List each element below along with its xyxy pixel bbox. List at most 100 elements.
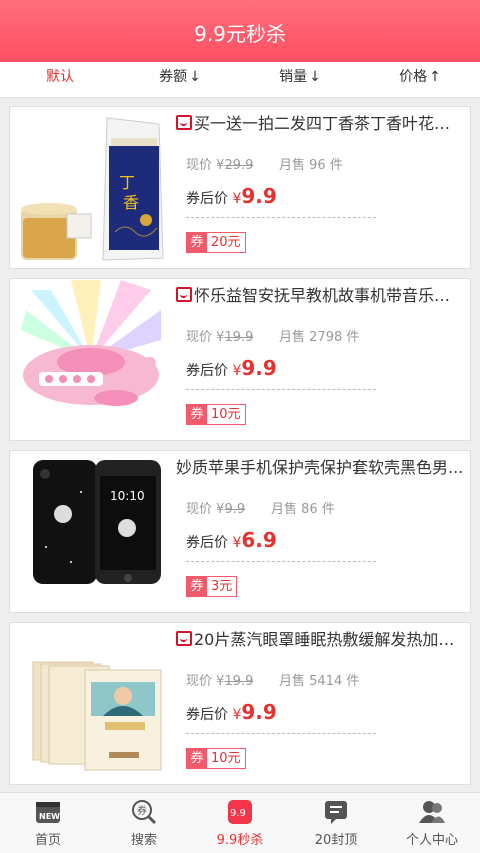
after-coupon-price: 券后价 ¥9.9	[186, 356, 277, 380]
arrow-up-icon: ↑	[429, 69, 441, 85]
arrow-down-icon: ↓	[309, 69, 321, 85]
divider	[186, 733, 376, 734]
arrow-down-icon: ↓	[189, 69, 201, 85]
orig-label: 现价	[186, 158, 213, 173]
coupon-tag: 券	[187, 233, 207, 252]
product-info: 怀乐益智安抚早教机故事机带音乐遥控... 现价 ¥19.9 月售 2798 件 …	[176, 279, 470, 440]
coupon-badge[interactable]: 券 10元	[186, 748, 246, 769]
orig-label: 现价	[186, 330, 213, 345]
tmall-icon	[176, 631, 192, 646]
svg-text:10:10: 10:10	[110, 489, 145, 503]
old-price: 29.9	[224, 158, 254, 173]
old-price: 19.9	[224, 330, 254, 345]
divider	[186, 561, 376, 562]
header-bar: 9.9元秒杀	[0, 0, 480, 62]
svg-text:券: 券	[137, 804, 147, 817]
coupon-tag: 券	[187, 577, 207, 596]
sort-sales[interactable]: 销量 ↓	[240, 62, 360, 97]
monthly-sales: 月售 96 件	[279, 154, 343, 173]
coupon-badge[interactable]: 券 20元	[186, 232, 246, 253]
sort-price[interactable]: 价格 ↑	[360, 62, 480, 97]
orig-label: 现价	[186, 502, 213, 517]
product-title[interactable]: 妙质苹果手机保护壳保护套软壳黑色男...	[176, 457, 466, 479]
original-price: 现价 ¥19.9	[186, 670, 253, 689]
product-title-text: 20片蒸汽眼罩睡眠热敷缓解发热加热...	[194, 630, 466, 649]
tmall-icon	[176, 287, 192, 302]
sales-count: 96	[309, 158, 326, 173]
user-center-icon	[419, 801, 445, 823]
product-image: 丁 香	[11, 108, 171, 268]
coupon-amount: 10元	[211, 407, 241, 422]
svg-text:NEW: NEW	[39, 812, 60, 821]
sales-count: 5414	[309, 674, 343, 689]
sort-label: 默认	[46, 69, 74, 85]
sort-coupon[interactable]: 券额 ↓	[120, 62, 240, 97]
product-image	[11, 624, 171, 784]
product-card[interactable]: 怀乐益智安抚早教机故事机带音乐遥控... 现价 ¥19.9 月售 2798 件 …	[9, 278, 471, 441]
tab-user-center[interactable]: 个人中心	[384, 793, 480, 853]
sort-label: 价格	[399, 69, 428, 85]
sort-bar: 默认 券额 ↓ 销量 ↓ 价格 ↑	[0, 62, 480, 98]
coupon-amount: 10元	[211, 751, 241, 766]
original-price: 现价 ¥29.9	[186, 154, 253, 173]
svg-text:丁: 丁	[119, 173, 135, 192]
divider	[186, 217, 376, 218]
bottom-tab-bar: NEW 首页 券 搜索 9.9 9.9秒杀 20封顶 个人中心	[0, 792, 480, 853]
divider	[186, 389, 376, 390]
after-price: 6.9	[241, 528, 277, 552]
tab-label: 搜索	[130, 833, 157, 848]
product-title-text: 买一送一拍二发四丁香茶丁香叶花茶长白山...	[194, 114, 466, 133]
tab-home[interactable]: NEW 首页	[0, 793, 96, 853]
home-new-icon: NEW	[36, 802, 60, 823]
monthly-sales: 月售 5414 件	[279, 670, 359, 689]
coupon-tag: 券	[187, 405, 207, 424]
product-title-text: 怀乐益智安抚早教机故事机带音乐遥控...	[194, 286, 466, 305]
product-title[interactable]: 买一送一拍二发四丁香茶丁香叶花茶长白山...	[176, 113, 466, 135]
svg-text:9.9: 9.9	[230, 808, 246, 819]
product-card[interactable]: 10:10 妙质苹果手机保护壳保护套软壳黑色男... 现价 ¥9.9 月售 86…	[9, 450, 471, 613]
sales-unit: 件	[346, 330, 360, 345]
tab-label: 9.9秒杀	[216, 833, 264, 848]
sales-count: 2798	[309, 330, 343, 345]
sales-unit: 件	[329, 158, 343, 173]
product-image	[11, 280, 171, 440]
after-label: 券后价	[186, 707, 228, 723]
after-price: 9.9	[241, 356, 277, 380]
sort-default[interactable]: 默认	[0, 62, 120, 97]
coupon-amount: 3元	[211, 579, 233, 594]
coupon-badge[interactable]: 券 3元	[186, 576, 238, 597]
tab-flash-sale[interactable]: 9.9 9.9秒杀	[192, 793, 288, 853]
sales-label: 月售	[279, 158, 306, 173]
sort-label: 销量	[279, 69, 308, 85]
monthly-sales: 月售 86 件	[271, 498, 335, 517]
product-info: 妙质苹果手机保护壳保护套软壳黑色男... 现价 ¥9.9 月售 86 件 券后价…	[176, 451, 470, 612]
product-info: 20片蒸汽眼罩睡眠热敷缓解发热加热... 现价 ¥19.9 月售 5414 件 …	[176, 623, 470, 784]
coupon-tag: 券	[187, 749, 207, 768]
sales-label: 月售	[271, 502, 298, 517]
old-price: 19.9	[224, 674, 254, 689]
product-info: 买一送一拍二发四丁香茶丁香叶花茶长白山... 现价 ¥29.9 月售 96 件 …	[176, 107, 470, 268]
coupon-badge[interactable]: 券 10元	[186, 404, 246, 425]
product-image: 10:10	[11, 452, 171, 612]
product-card[interactable]: 丁 香 买一送一拍二发四丁香茶丁香叶花茶长白山... 现价 ¥29.9 月售 9…	[9, 106, 471, 269]
tab-search[interactable]: 券 搜索	[96, 793, 192, 853]
after-label: 券后价	[186, 535, 228, 551]
product-title[interactable]: 怀乐益智安抚早教机故事机带音乐遥控...	[176, 285, 466, 307]
tab-20-cap[interactable]: 20封顶	[288, 793, 384, 853]
sales-unit: 件	[321, 502, 335, 517]
coupon-amount: 20元	[211, 235, 241, 250]
original-price: 现价 ¥19.9	[186, 326, 253, 345]
tab-label: 首页	[34, 833, 61, 848]
after-label: 券后价	[186, 191, 228, 207]
product-card[interactable]: 20片蒸汽眼罩睡眠热敷缓解发热加热... 现价 ¥19.9 月售 5414 件 …	[9, 622, 471, 785]
product-title[interactable]: 20片蒸汽眼罩睡眠热敷缓解发热加热...	[176, 629, 466, 651]
svg-text:香: 香	[123, 193, 139, 212]
sales-unit: 件	[346, 674, 360, 689]
monthly-sales: 月售 2798 件	[279, 326, 359, 345]
sort-label: 券额	[159, 69, 188, 85]
tab-label: 个人中心	[405, 833, 458, 848]
sales-label: 月售	[279, 330, 306, 345]
flash-sale-icon: 9.9	[228, 800, 252, 824]
search-coupon-icon: 券	[132, 800, 157, 825]
after-coupon-price: 券后价 ¥9.9	[186, 700, 277, 724]
